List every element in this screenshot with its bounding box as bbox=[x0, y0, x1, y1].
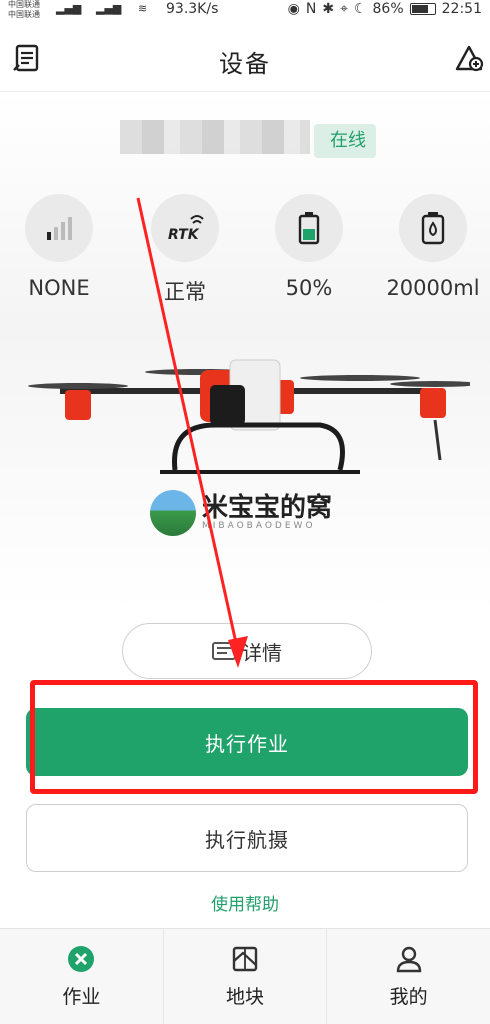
signal-icon bbox=[25, 194, 93, 262]
svg-text:RTK: RTK bbox=[168, 227, 200, 243]
moon-icon: ☾ bbox=[353, 1, 367, 17]
execute-operation-label: 执行作业 bbox=[205, 731, 289, 756]
watermark-logo bbox=[150, 490, 196, 536]
bluetooth-icon: ✱ bbox=[322, 1, 335, 17]
carrier-info: 中国联通 中国联通 bbox=[8, 0, 40, 20]
stat-signal: NONE bbox=[4, 194, 114, 300]
execute-operation-button[interactable]: 执行作业 bbox=[26, 708, 468, 776]
nfc-icon: N bbox=[305, 1, 317, 17]
online-status-badge: 在线 bbox=[314, 124, 376, 158]
carrier-2: 中国联通 bbox=[8, 10, 40, 19]
add-device-icon[interactable] bbox=[452, 42, 486, 76]
battery-icon bbox=[409, 3, 436, 15]
watermark-text: 米宝宝的窝 bbox=[202, 493, 333, 523]
watermark: 米宝宝的窝 MIBAOBAODEWO bbox=[150, 488, 332, 538]
battery-percent: 86% bbox=[372, 1, 404, 17]
carrier-1: 中国联通 bbox=[8, 0, 40, 9]
execute-aerial-label: 执行航摄 bbox=[205, 827, 289, 852]
clock: 22:51 bbox=[441, 1, 482, 17]
stat-battery: 50% bbox=[254, 194, 364, 300]
signal-value: NONE bbox=[28, 276, 90, 300]
nav-label-field: 地块 bbox=[226, 986, 265, 1008]
wifi-icon: ≋ bbox=[138, 2, 148, 15]
nav-label-profile: 我的 bbox=[389, 986, 428, 1008]
help-link[interactable]: 使用帮助 bbox=[0, 890, 490, 915]
rtk-value: 正常 bbox=[164, 280, 206, 304]
status-right: ◉ N ✱ ⌖ ☾ 86% 22:51 bbox=[288, 1, 482, 17]
field-icon bbox=[230, 944, 260, 974]
net-speed: 93.3K/s bbox=[166, 1, 219, 17]
battery-level-icon bbox=[275, 194, 343, 262]
stat-tank: 20000ml bbox=[378, 194, 488, 300]
execute-aerial-survey-button[interactable]: 执行航摄 bbox=[26, 804, 468, 872]
nav-label-work: 作业 bbox=[62, 986, 101, 1008]
app-header: 设备 bbox=[0, 22, 490, 92]
cell-signal-icon: ▂▄▆ bbox=[96, 2, 122, 15]
status-bar: 中国联通 中国联通 ▂▄▆ ▂▄▆ ≋ 93.3K/s ◉ N ✱ ⌖ ☾ 86… bbox=[0, 0, 490, 22]
tank-icon bbox=[399, 194, 467, 262]
cell-signal-icon: ▂▄▆ bbox=[56, 2, 82, 15]
details-icon bbox=[212, 642, 236, 660]
page-title: 设备 bbox=[219, 50, 271, 78]
rtk-icon: RTK bbox=[151, 194, 219, 262]
nav-item-work[interactable]: 作业 bbox=[0, 929, 164, 1024]
work-icon bbox=[66, 944, 96, 974]
bottom-nav: 作业 地块 我的 bbox=[0, 928, 490, 1024]
details-button[interactable]: 详情 bbox=[122, 623, 372, 679]
watermark-subtext: MIBAOBAODEWO bbox=[202, 521, 316, 531]
profile-icon bbox=[394, 944, 424, 974]
eye-icon: ◉ bbox=[287, 1, 300, 17]
nav-item-field[interactable]: 地块 bbox=[164, 929, 328, 1024]
device-serial-blurred bbox=[120, 120, 310, 154]
nav-item-profile[interactable]: 我的 bbox=[327, 929, 490, 1024]
drone-image bbox=[28, 359, 470, 474]
battery-value: 50% bbox=[285, 276, 333, 300]
stat-rtk: RTK 正常 bbox=[130, 194, 240, 306]
tank-value: 20000ml bbox=[386, 276, 480, 300]
details-label: 详情 bbox=[242, 640, 282, 665]
location-icon: ⌖ bbox=[340, 1, 348, 17]
